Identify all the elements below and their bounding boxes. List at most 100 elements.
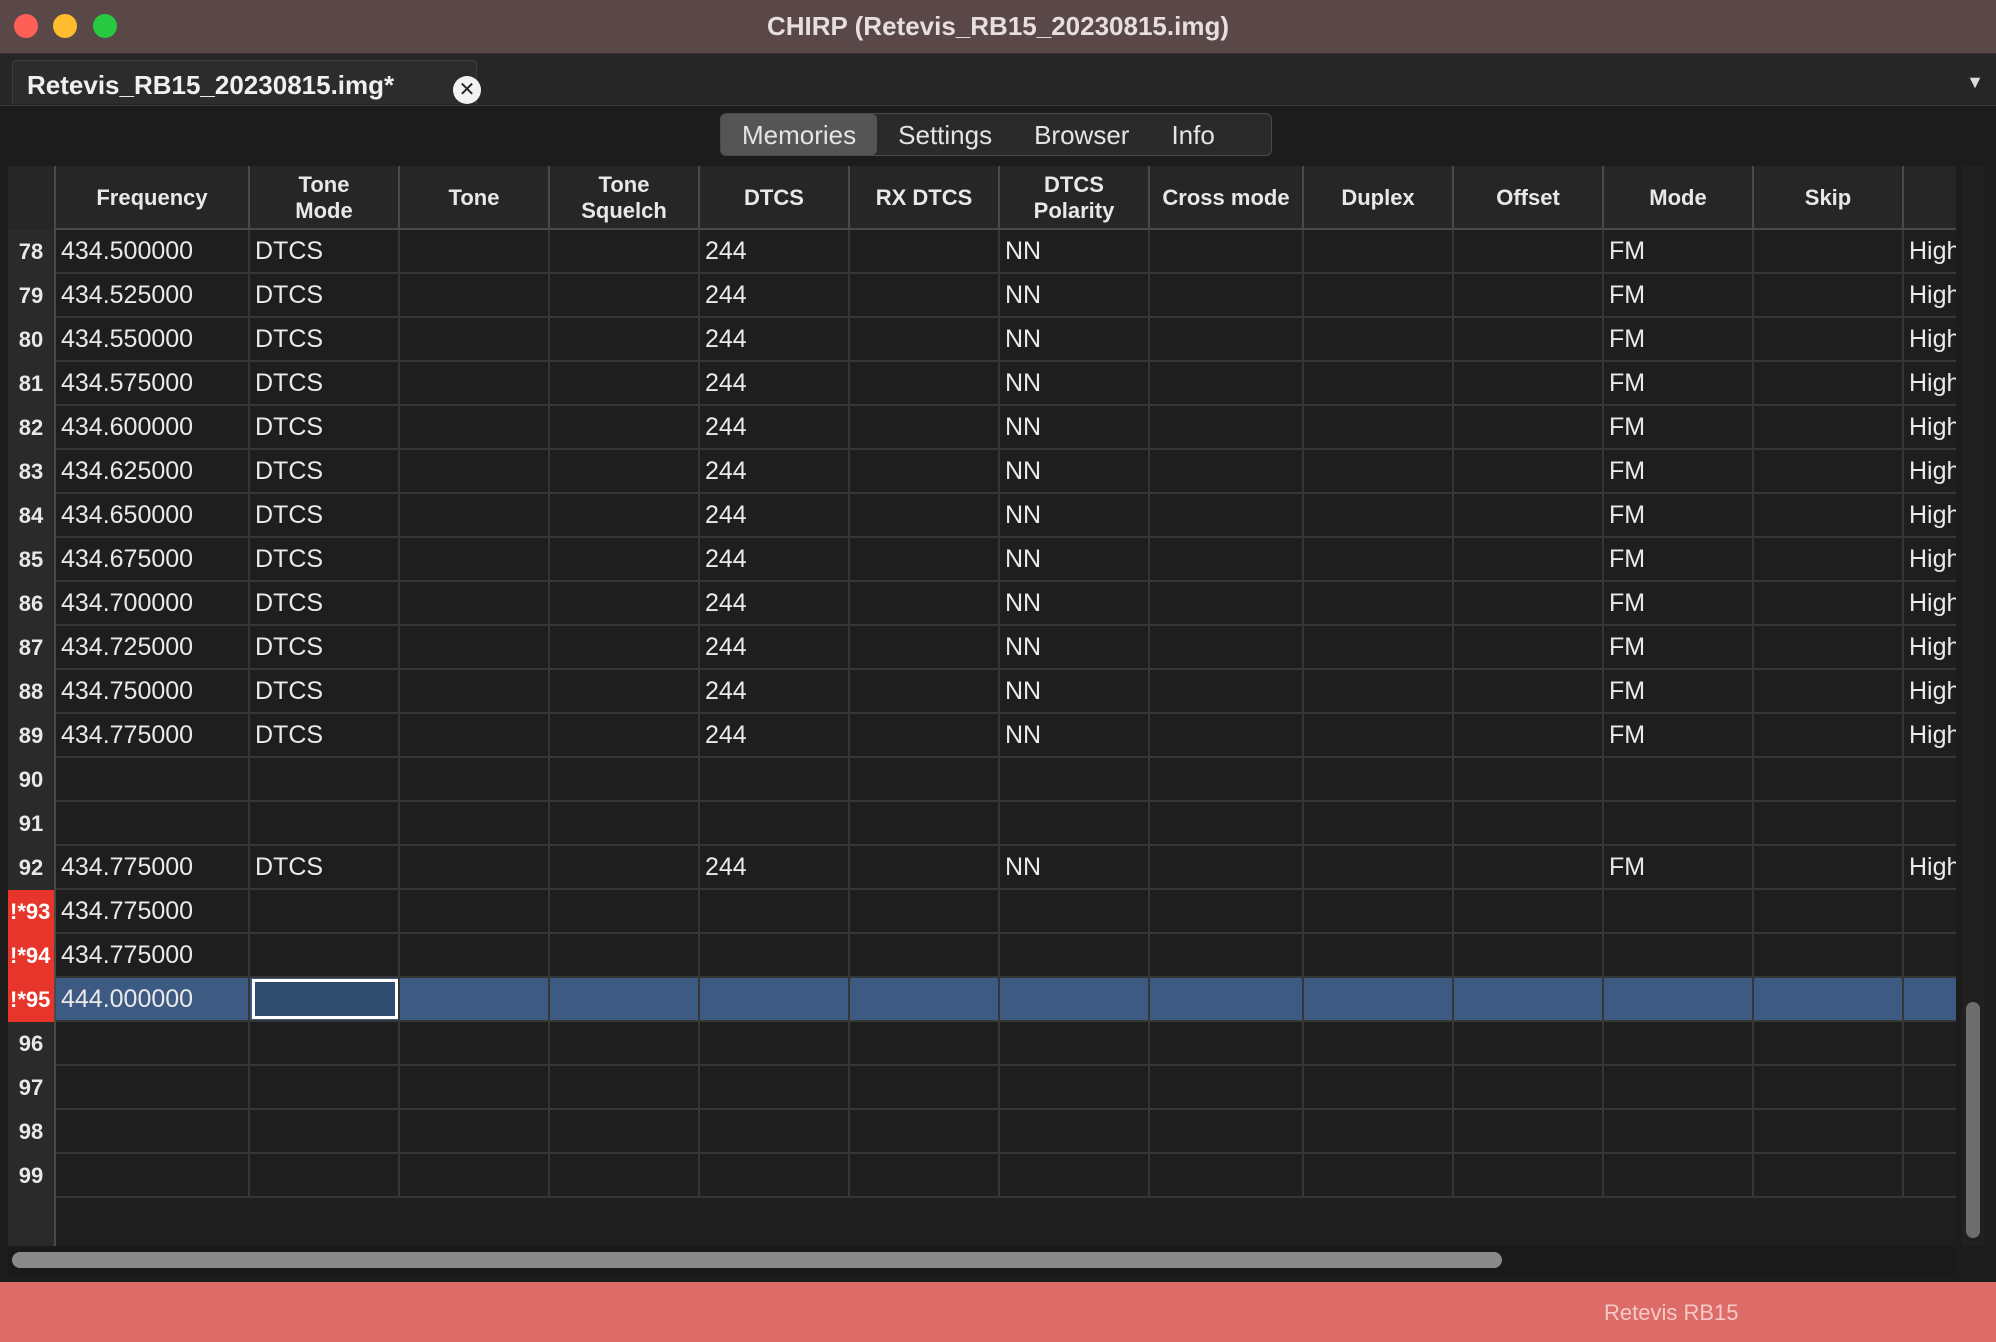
table-cell[interactable]: High — [1904, 714, 1956, 756]
table-cell[interactable] — [1604, 890, 1754, 932]
table-cell[interactable] — [250, 758, 400, 800]
table-cell[interactable]: NN — [1000, 318, 1150, 360]
table-row[interactable]: 86 434.700000 DTCS 244 NN FM High — [8, 582, 1956, 626]
row-number[interactable]: 97 — [8, 1066, 56, 1110]
table-cell[interactable]: DTCS — [250, 230, 400, 272]
table-cell[interactable] — [250, 1066, 400, 1108]
table-cell[interactable] — [1454, 1154, 1604, 1196]
table-cell[interactable] — [1754, 714, 1904, 756]
table-cell[interactable] — [400, 274, 550, 316]
table-cell[interactable] — [1454, 538, 1604, 580]
table-cell[interactable]: High — [1904, 846, 1956, 888]
table-cell[interactable]: 434.500000 — [56, 230, 250, 272]
table-cell[interactable] — [1454, 318, 1604, 360]
table-cell[interactable] — [550, 274, 700, 316]
table-cell[interactable] — [850, 934, 1000, 976]
table-cell[interactable] — [1000, 802, 1150, 844]
table-cell[interactable]: FM — [1604, 362, 1754, 404]
table-cell[interactable] — [1304, 450, 1454, 492]
table-cell[interactable]: 434.525000 — [56, 274, 250, 316]
table-cell[interactable] — [1454, 1110, 1604, 1152]
table-cell[interactable] — [700, 802, 850, 844]
table-row[interactable]: !*93 434.775000 — [8, 890, 1956, 934]
table-cell[interactable] — [250, 802, 400, 844]
table-cell[interactable] — [1304, 406, 1454, 448]
table-cell[interactable]: High — [1904, 318, 1956, 360]
table-cell[interactable]: 244 — [700, 494, 850, 536]
row-number[interactable]: 78 — [8, 230, 56, 274]
table-cell[interactable] — [400, 934, 550, 976]
table-cell[interactable]: FM — [1604, 494, 1754, 536]
table-cell[interactable] — [1304, 846, 1454, 888]
table-cell[interactable] — [1754, 846, 1904, 888]
table-cell[interactable] — [1454, 934, 1604, 976]
table-cell[interactable] — [700, 890, 850, 932]
row-number[interactable]: 79 — [8, 274, 56, 318]
table-cell[interactable] — [1150, 978, 1304, 1020]
table-cell[interactable]: NN — [1000, 714, 1150, 756]
table-cell[interactable] — [550, 890, 700, 932]
table-cell[interactable] — [400, 1066, 550, 1108]
table-cell[interactable] — [1150, 758, 1304, 800]
table-cell[interactable]: 434.775000 — [56, 714, 250, 756]
table-cell[interactable] — [550, 626, 700, 668]
table-cell[interactable] — [550, 1022, 700, 1064]
table-row[interactable]: 87 434.725000 DTCS 244 NN FM High — [8, 626, 1956, 670]
table-cell[interactable]: 244 — [700, 538, 850, 580]
row-number[interactable]: !*95 — [8, 978, 56, 1022]
table-cell[interactable] — [1904, 1022, 1956, 1064]
table-cell[interactable]: FM — [1604, 626, 1754, 668]
table-cell[interactable] — [1754, 450, 1904, 492]
table-cell[interactable] — [700, 1110, 850, 1152]
table-cell[interactable]: FM — [1604, 230, 1754, 272]
table-cell[interactable] — [1754, 626, 1904, 668]
table-cell[interactable] — [1150, 494, 1304, 536]
table-cell[interactable] — [1754, 582, 1904, 624]
table-cell[interactable] — [1000, 1110, 1150, 1152]
table-cell[interactable]: FM — [1604, 450, 1754, 492]
table-cell[interactable] — [850, 318, 1000, 360]
row-number[interactable]: 89 — [8, 714, 56, 758]
table-cell[interactable]: NN — [1000, 626, 1150, 668]
table-cell[interactable] — [400, 318, 550, 360]
table-cell[interactable] — [550, 714, 700, 756]
row-number[interactable]: 87 — [8, 626, 56, 670]
table-cell[interactable] — [1150, 934, 1304, 976]
table-cell[interactable]: NN — [1000, 538, 1150, 580]
table-row[interactable]: 92 434.775000 DTCS 244 NN FM High — [8, 846, 1956, 890]
table-row[interactable]: 90 — [8, 758, 1956, 802]
table-cell[interactable]: NN — [1000, 450, 1150, 492]
table-cell[interactable] — [1904, 758, 1956, 800]
table-cell[interactable] — [400, 538, 550, 580]
table-row[interactable]: 81 434.575000 DTCS 244 NN FM High — [8, 362, 1956, 406]
row-number[interactable]: 96 — [8, 1022, 56, 1066]
table-row[interactable]: 99 — [8, 1154, 1956, 1198]
table-cell[interactable] — [1150, 274, 1304, 316]
table-cell[interactable] — [1150, 1154, 1304, 1196]
column-header[interactable]: RX DTCS — [850, 166, 1000, 230]
table-cell[interactable] — [56, 1154, 250, 1196]
table-cell[interactable] — [400, 582, 550, 624]
table-cell[interactable] — [850, 1022, 1000, 1064]
table-cell[interactable] — [1904, 1066, 1956, 1108]
tab-settings[interactable]: Settings — [877, 114, 1013, 155]
table-cell[interactable] — [850, 538, 1000, 580]
table-cell[interactable] — [1304, 538, 1454, 580]
table-row[interactable]: 79 434.525000 DTCS 244 NN FM High — [8, 274, 1956, 318]
table-cell[interactable] — [550, 1110, 700, 1152]
table-cell[interactable] — [250, 1110, 400, 1152]
table-cell[interactable] — [700, 978, 850, 1020]
table-cell[interactable] — [1150, 362, 1304, 404]
table-cell[interactable] — [1754, 934, 1904, 976]
table-cell[interactable]: 434.775000 — [56, 846, 250, 888]
table-cell[interactable] — [400, 626, 550, 668]
table-cell[interactable] — [56, 1110, 250, 1152]
table-cell[interactable] — [1754, 494, 1904, 536]
table-cell[interactable] — [850, 714, 1000, 756]
row-number[interactable]: !*93 — [8, 890, 56, 934]
table-cell[interactable] — [1150, 846, 1304, 888]
table-cell[interactable] — [550, 802, 700, 844]
table-cell[interactable] — [700, 1066, 850, 1108]
table-cell[interactable] — [1754, 318, 1904, 360]
table-cell[interactable]: DTCS — [250, 406, 400, 448]
